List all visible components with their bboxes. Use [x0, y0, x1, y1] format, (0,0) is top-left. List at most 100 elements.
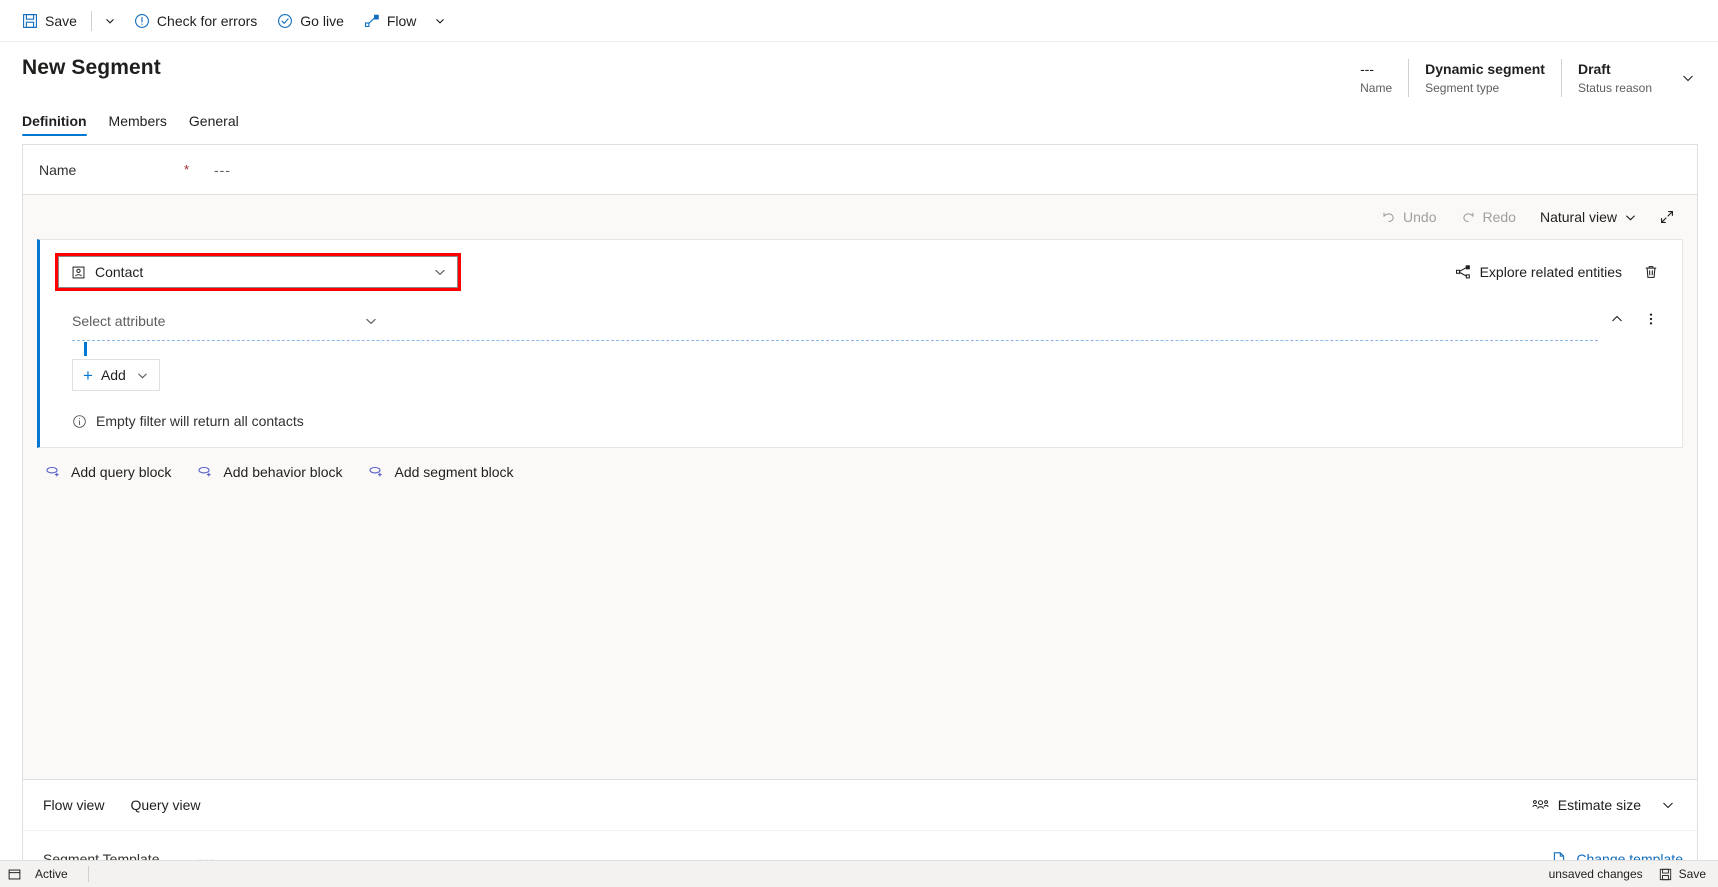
definition-content: Name * --- Undo Redo Natural view Contac… — [0, 136, 1718, 887]
explore-related-entities-label: Explore related entities — [1479, 264, 1622, 280]
status-bar: Active unsaved changes Save — [0, 860, 1718, 887]
header-field-name: --- Name — [1344, 59, 1408, 97]
attribute-more-options-button[interactable] — [1636, 306, 1666, 332]
tab-members[interactable]: Members — [109, 113, 167, 136]
add-segment-block-button[interactable]: Add segment block — [368, 464, 514, 480]
dock-icon[interactable] — [8, 868, 21, 881]
chevron-down-icon — [1660, 797, 1676, 813]
save-button[interactable]: Save — [12, 4, 87, 38]
flow-view-tab[interactable]: Flow view — [43, 797, 104, 813]
status-bar-left: Active — [8, 866, 89, 882]
add-block-icon — [368, 464, 384, 480]
branch-tick — [84, 342, 87, 356]
tab-definition[interactable]: Definition — [22, 113, 87, 136]
content-scrollbar[interactable] — [1704, 296, 1714, 727]
estimate-size-button[interactable]: Estimate size — [1524, 792, 1649, 819]
error-circle-icon — [134, 13, 150, 29]
view-mode-selector[interactable]: Natural view — [1530, 204, 1647, 230]
save-button-label: Save — [45, 12, 77, 29]
attribute-dropdown-placeholder: Select attribute — [72, 313, 166, 329]
add-condition-label: Add — [100, 367, 126, 383]
command-bar: Save Check for errors Go live Flow — [0, 0, 1718, 42]
name-field-value[interactable]: --- — [214, 162, 231, 178]
go-live-button[interactable]: Go live — [267, 4, 354, 38]
check-for-errors-label: Check for errors — [156, 12, 258, 29]
header-status-reason-label: Status reason — [1577, 81, 1652, 95]
redo-button[interactable]: Redo — [1451, 204, 1526, 230]
flow-icon — [364, 13, 380, 29]
expand-icon — [1659, 209, 1675, 225]
expand-canvas-button[interactable] — [1651, 203, 1683, 231]
collapse-attribute-button[interactable] — [1602, 306, 1632, 332]
unsaved-changes-text: unsaved changes — [1548, 867, 1643, 881]
required-marker: * — [184, 162, 190, 177]
add-segment-block-label: Add segment block — [394, 464, 514, 480]
header-field-segment-type: Dynamic segment Segment type — [1408, 59, 1561, 97]
flow-options-caret[interactable] — [426, 4, 454, 38]
status-save-label: Save — [1678, 867, 1706, 881]
contact-icon — [71, 265, 86, 280]
check-for-errors-button[interactable]: Check for errors — [124, 4, 267, 38]
chevron-down-icon — [104, 15, 116, 27]
add-query-block-label: Add query block — [71, 464, 172, 480]
undo-icon — [1381, 210, 1396, 225]
add-behavior-block-button[interactable]: Add behavior block — [197, 464, 342, 480]
header-expand-button[interactable] — [1668, 59, 1702, 97]
empty-filter-note: Empty filter will return all contacts — [72, 413, 1668, 429]
info-icon — [72, 414, 87, 429]
chevron-down-icon — [434, 15, 446, 27]
save-options-caret[interactable] — [96, 4, 124, 38]
query-block: Contact Explore related entities Select … — [37, 239, 1683, 448]
header-summary: --- Name Dynamic segment Segment type Dr… — [1344, 56, 1702, 97]
name-field-label: Name — [39, 161, 77, 178]
chevron-down-icon — [136, 369, 149, 382]
save-icon — [22, 13, 38, 29]
delete-block-button[interactable] — [1636, 259, 1666, 285]
definition-panel: Name * --- Undo Redo Natural view Contac… — [22, 144, 1698, 887]
footer-expand-button[interactable] — [1653, 792, 1683, 818]
empty-filter-note-text: Empty filter will return all contacts — [96, 413, 304, 429]
redo-label: Redo — [1482, 209, 1516, 225]
save-icon — [1659, 868, 1672, 881]
header-status-reason-value: Draft — [1577, 61, 1611, 77]
header-segment-type-label: Segment type — [1425, 81, 1500, 95]
name-field-row: Name * --- — [23, 145, 1697, 195]
explore-related-entities-button[interactable]: Explore related entities — [1447, 259, 1630, 285]
page-title: New Segment — [22, 56, 161, 79]
add-block-icon — [197, 464, 213, 480]
add-condition-button[interactable]: + Add — [72, 359, 160, 391]
add-query-block-button[interactable]: Add query block — [45, 464, 171, 480]
flow-label: Flow — [386, 12, 417, 29]
canvas-toolbar: Undo Redo Natural view — [23, 195, 1697, 239]
segment-editor-window: Save Check for errors Go live Flow New S… — [0, 0, 1718, 887]
header-segment-type-value: Dynamic segment — [1425, 61, 1545, 77]
query-canvas: Undo Redo Natural view Contact Explore r… — [23, 195, 1697, 779]
redo-icon — [1461, 210, 1476, 225]
chevron-down-icon — [433, 265, 447, 279]
footer-view-switcher: Flow view Query view — [43, 797, 201, 813]
flow-button[interactable]: Flow — [354, 4, 427, 38]
chevron-up-icon — [1609, 311, 1625, 327]
more-vertical-icon — [1643, 311, 1659, 327]
people-icon — [1532, 797, 1549, 814]
query-view-tab[interactable]: Query view — [130, 797, 200, 813]
status-state: Active — [35, 867, 68, 881]
add-behavior-block-label: Add behavior block — [223, 464, 343, 480]
header-name-label: Name — [1360, 81, 1393, 95]
tab-general[interactable]: General — [189, 113, 239, 136]
attribute-row-actions — [1602, 306, 1668, 332]
query-block-wrapper: Contact Explore related entities Select … — [23, 239, 1697, 448]
entity-dropdown[interactable]: Contact — [55, 253, 461, 291]
header-field-status-reason: Draft Status reason — [1560, 59, 1668, 97]
add-block-icon — [45, 464, 61, 480]
status-save-button[interactable]: Save — [1659, 867, 1706, 881]
entity-row: Contact Explore related entities — [55, 253, 1668, 291]
estimate-size-label: Estimate size — [1557, 797, 1641, 813]
trash-icon — [1643, 264, 1659, 280]
share-nodes-icon — [1455, 264, 1471, 280]
attribute-dropdown[interactable]: Select attribute — [58, 306, 388, 336]
tab-strip: Definition Members General — [0, 100, 1718, 136]
page-header: New Segment --- Name Dynamic segment Seg… — [0, 42, 1718, 100]
undo-button[interactable]: Undo — [1371, 204, 1446, 230]
command-divider — [90, 10, 92, 31]
